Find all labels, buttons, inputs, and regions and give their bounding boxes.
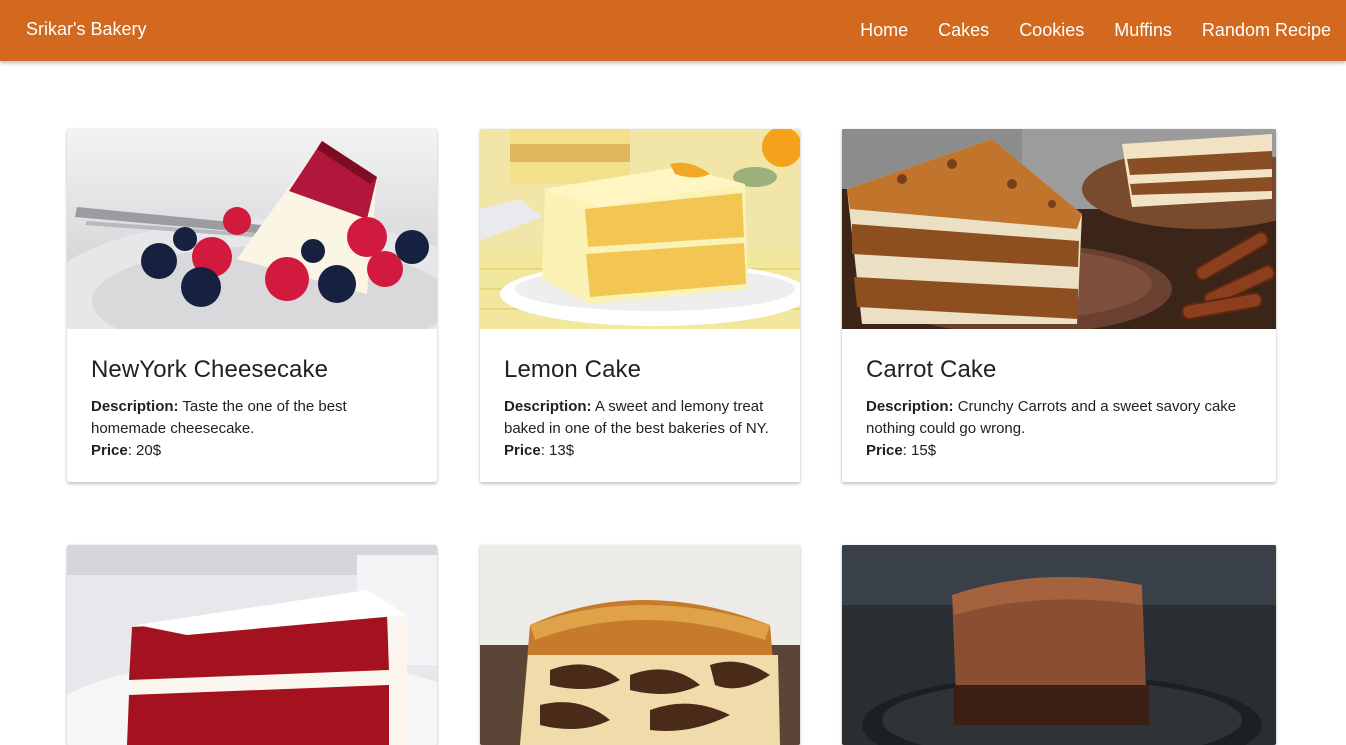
- red-velvet-image: [67, 545, 437, 745]
- marble-cake-image: [480, 545, 800, 745]
- cake-card-red-velvet[interactable]: [67, 545, 437, 745]
- card-title: Carrot Cake: [866, 356, 997, 383]
- top-navbar: Srikar's Bakery Home Cakes Cookies Muffi…: [0, 0, 1346, 61]
- card-content: Carrot Cake Description: Crunchy Carrots…: [842, 329, 1276, 482]
- price-label: Price: [504, 442, 541, 459]
- cake-card-cheesecake[interactable]: NewYork Cheesecake Description: Taste th…: [67, 129, 437, 482]
- description-label: Description:: [91, 398, 179, 415]
- card-price: Price: 15$: [866, 442, 937, 459]
- card-price: Price: 20$: [91, 442, 162, 459]
- price-label: Price: [91, 442, 128, 459]
- card-description: Description: A sweet and lemony treat ba…: [504, 396, 776, 440]
- price-label: Price: [866, 442, 903, 459]
- cake-card-carrot[interactable]: Carrot Cake Description: Crunchy Carrots…: [842, 129, 1276, 482]
- card-title: NewYork Cheesecake: [91, 356, 329, 383]
- card-title: Lemon Cake: [504, 356, 642, 383]
- nav-link-random-recipe[interactable]: Random Recipe: [1187, 0, 1346, 61]
- chocolate-cake-image: [842, 545, 1276, 745]
- nav-links: Home Cakes Cookies Muffins Random Recipe: [845, 0, 1346, 61]
- card-description: Description: Crunchy Carrots and a sweet…: [866, 396, 1252, 440]
- description-label: Description:: [504, 398, 592, 415]
- nav-link-cookies[interactable]: Cookies: [1004, 0, 1099, 61]
- price-value: 20$: [136, 442, 162, 459]
- carrot-cake-image: [842, 129, 1276, 329]
- description-label: Description:: [866, 398, 954, 415]
- lemon-cake-image: [480, 129, 800, 329]
- cake-card-marble[interactable]: [480, 545, 800, 745]
- card-description: Description: Taste the one of the best h…: [91, 396, 413, 440]
- card-content: Lemon Cake Description: A sweet and lemo…: [480, 329, 800, 482]
- cake-card-lemon[interactable]: Lemon Cake Description: A sweet and lemo…: [480, 129, 800, 482]
- cheesecake-image: [67, 129, 437, 329]
- cake-card-chocolate[interactable]: [842, 545, 1276, 745]
- nav-link-cakes[interactable]: Cakes: [923, 0, 1004, 61]
- brand-logo-link[interactable]: Srikar's Bakery: [26, 19, 146, 40]
- price-value: 13$: [549, 442, 575, 459]
- card-content: NewYork Cheesecake Description: Taste th…: [67, 329, 437, 482]
- nav-link-muffins[interactable]: Muffins: [1099, 0, 1187, 61]
- price-value: 15$: [911, 442, 937, 459]
- card-price: Price: 13$: [504, 442, 575, 459]
- nav-link-home[interactable]: Home: [845, 0, 923, 61]
